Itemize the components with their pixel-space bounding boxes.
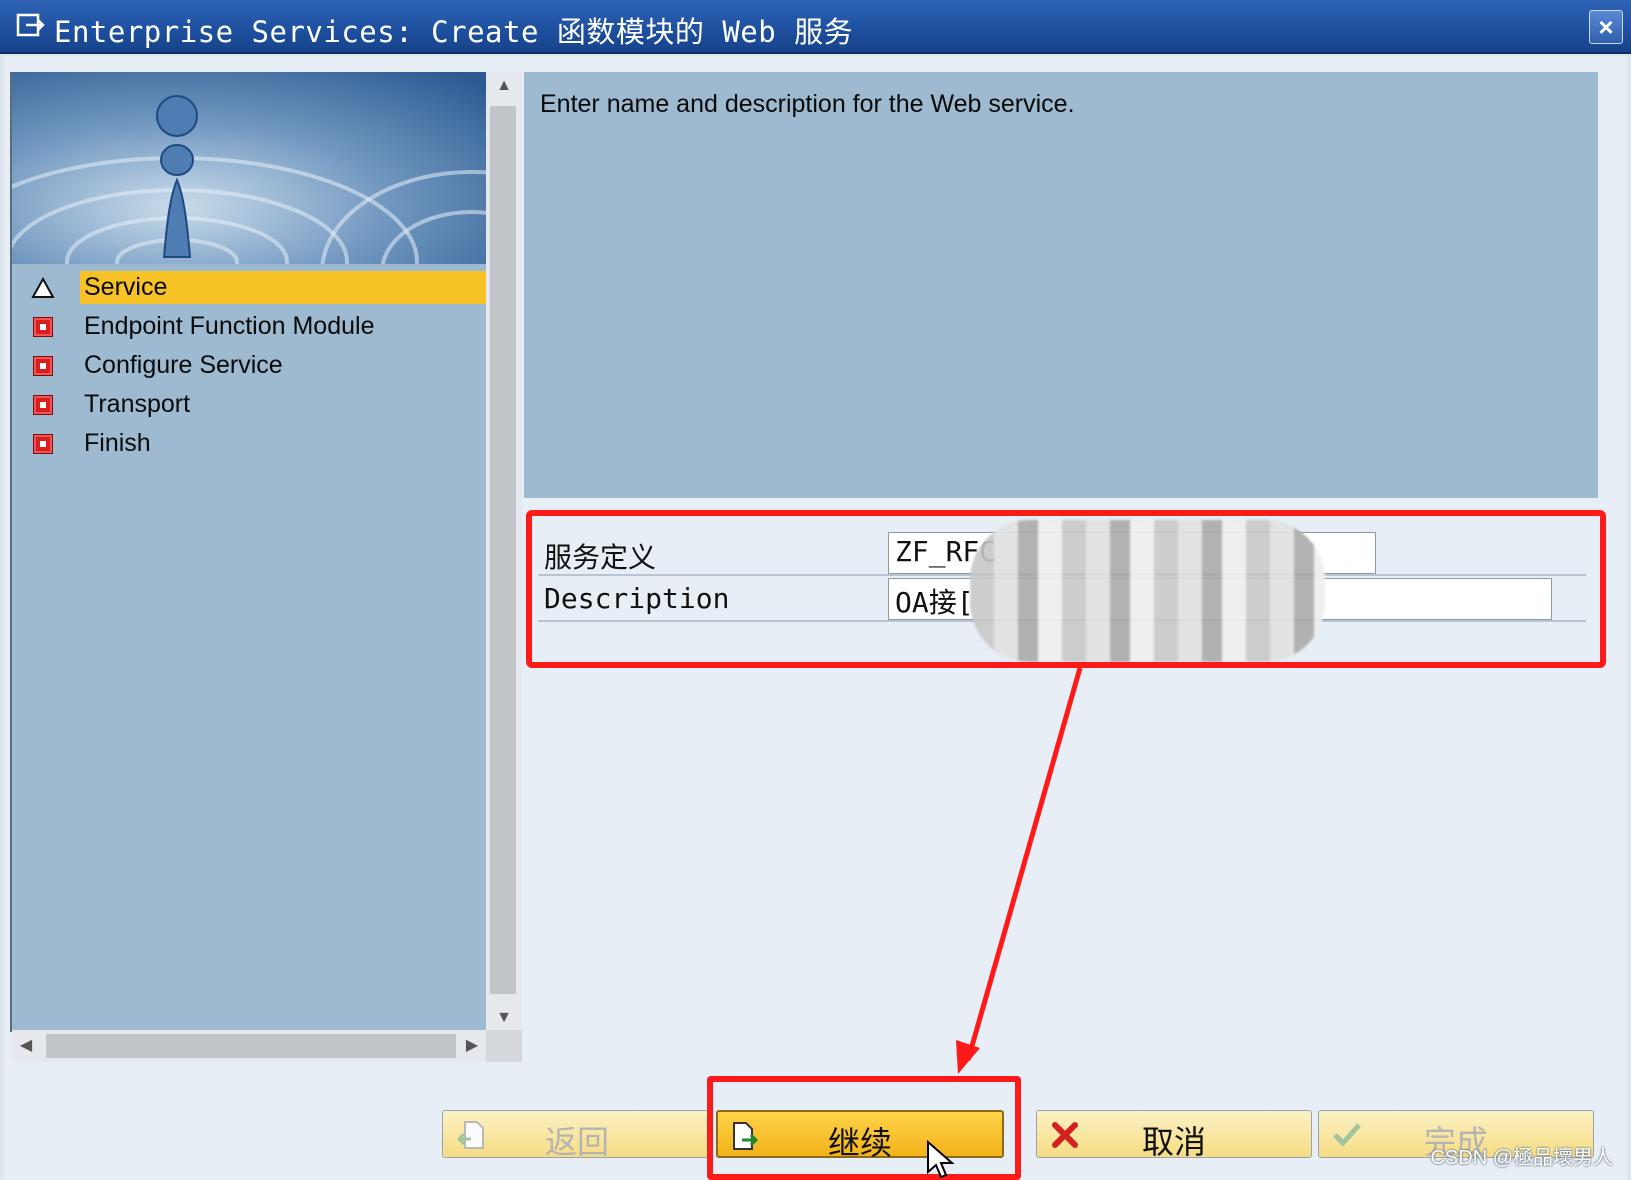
- scroll-right-arrow-icon[interactable]: ▶: [462, 1036, 482, 1056]
- mouse-cursor-icon: [927, 1140, 955, 1179]
- step-service[interactable]: Service: [22, 268, 488, 307]
- scroll-left-arrow-icon[interactable]: ◀: [16, 1036, 36, 1056]
- close-button[interactable]: ×: [1589, 10, 1623, 44]
- watermark: CSDN @極品壞男人: [1430, 1147, 1613, 1169]
- cancel-button[interactable]: 取消: [1036, 1110, 1312, 1160]
- step-label: Endpoint Function Module: [84, 312, 375, 340]
- step-endpoint-function-module[interactable]: Endpoint Function Module: [22, 307, 488, 346]
- red-square-icon: [30, 315, 56, 339]
- red-square-icon: [30, 393, 56, 417]
- step-label: Configure Service: [84, 351, 283, 379]
- cancel-button-label: 取消: [1141, 1124, 1206, 1160]
- highlight-box-continue: [707, 1076, 1021, 1180]
- warning-triangle-icon: [30, 276, 56, 300]
- horizontal-scrollbar[interactable]: ◀ ▶: [12, 1030, 486, 1062]
- step-label: Finish: [84, 429, 151, 457]
- instruction-text: Enter name and description for the Web s…: [540, 90, 1075, 118]
- vertical-scrollbar[interactable]: ▲ ▼: [486, 72, 522, 1032]
- window-title: Enterprise Services: Create 函数模块的 Web 服务: [54, 15, 854, 49]
- step-label: Transport: [84, 390, 191, 418]
- red-square-icon: [30, 432, 56, 456]
- back-button[interactable]: 返回: [442, 1110, 712, 1160]
- highlight-box-form: [526, 510, 1606, 668]
- wizard-step-list: Service Endpoint Function Module Configu…: [22, 268, 488, 463]
- step-configure-service[interactable]: Configure Service: [22, 346, 488, 385]
- scroll-thumb[interactable]: [46, 1034, 456, 1058]
- scroll-down-arrow-icon[interactable]: ▼: [494, 1008, 514, 1028]
- title-bar: Enterprise Services: Create 函数模块的 Web 服务…: [0, 0, 1631, 54]
- water-drop-banner: [12, 72, 488, 264]
- wizard-steps-panel: Service Endpoint Function Module Configu…: [10, 72, 488, 1032]
- step-info-panel: Enter name and description for the Web s…: [524, 72, 1598, 498]
- scroll-thumb[interactable]: [490, 106, 516, 994]
- scrollbar-corner: [486, 1030, 522, 1062]
- back-button-label: 返回: [544, 1124, 609, 1160]
- step-label: Service: [80, 271, 488, 304]
- step-transport[interactable]: Transport: [22, 385, 488, 424]
- scroll-up-arrow-icon[interactable]: ▲: [494, 76, 514, 96]
- red-square-icon: [30, 354, 56, 378]
- window-icon: [16, 13, 45, 37]
- step-finish[interactable]: Finish: [22, 424, 488, 463]
